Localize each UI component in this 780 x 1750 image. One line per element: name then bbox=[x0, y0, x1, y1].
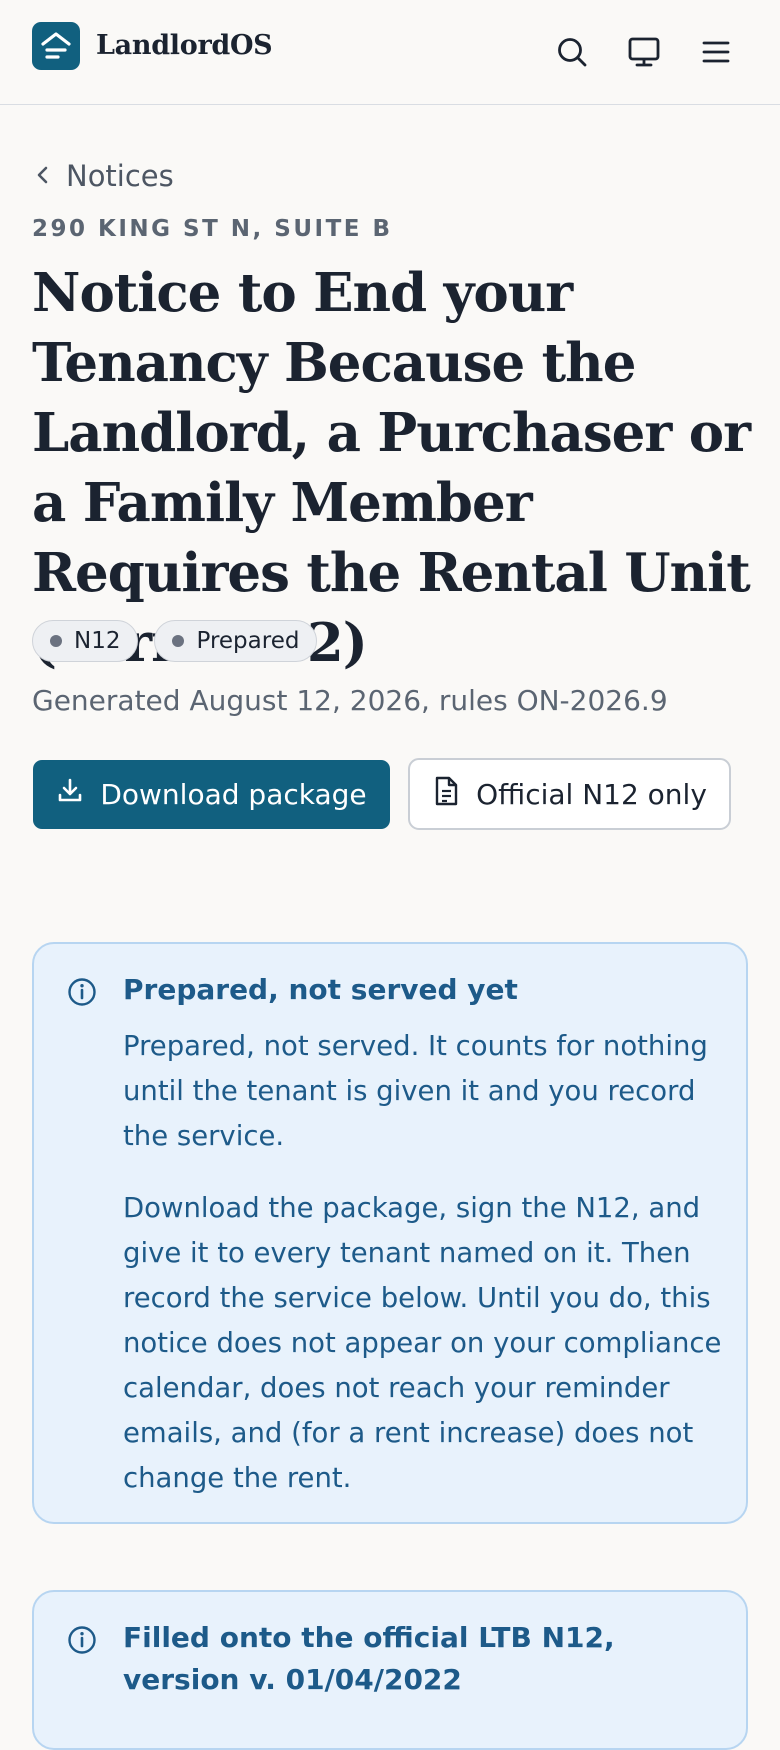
generated-info: Generated August 12, 2026, rules ON-2026… bbox=[32, 684, 668, 717]
dot-icon bbox=[50, 635, 62, 647]
info-icon bbox=[67, 1625, 97, 1659]
alert-title: Filled onto the official LTB N12, versio… bbox=[123, 1621, 615, 1696]
info-alert-official-form: Filled onto the official LTB N12, versio… bbox=[32, 1590, 748, 1750]
form-badge-label: N12 bbox=[74, 628, 121, 654]
status-badge: Prepared bbox=[154, 620, 318, 662]
official-n12-label: Official N12 only bbox=[476, 777, 707, 811]
status-badges: N12 Prepared bbox=[32, 620, 318, 662]
top-bar: LandlordOS bbox=[0, 0, 780, 105]
menu-icon[interactable] bbox=[698, 34, 734, 70]
brand-name[interactable]: LandlordOS bbox=[96, 30, 273, 61]
download-icon bbox=[56, 777, 84, 812]
logo-icon[interactable] bbox=[32, 22, 80, 70]
download-package-button[interactable]: Download package bbox=[33, 760, 390, 829]
property-address: 290 KING ST N, SUITE B bbox=[32, 216, 393, 242]
download-package-label: Download package bbox=[100, 778, 367, 811]
back-link-label: Notices bbox=[66, 159, 174, 193]
page-title: Notice to End your Tenancy Because the L… bbox=[32, 262, 751, 674]
status-badge-label: Prepared bbox=[196, 628, 300, 654]
back-link[interactable]: Notices bbox=[32, 156, 174, 196]
chevron-left-icon bbox=[32, 159, 54, 193]
monitor-icon[interactable] bbox=[626, 34, 662, 70]
search-icon[interactable] bbox=[554, 34, 590, 70]
document-icon bbox=[432, 776, 460, 813]
alert-paragraph: Download the package, sign the N12, and … bbox=[123, 1192, 722, 1494]
alert-title: Prepared, not served yet bbox=[123, 973, 518, 1006]
alert-paragraph: Prepared, not served. It counts for noth… bbox=[123, 1030, 708, 1152]
info-alert-not-served: Prepared, not served yet Prepared, not s… bbox=[32, 942, 748, 1524]
info-icon bbox=[67, 977, 97, 1011]
official-n12-button[interactable]: Official N12 only bbox=[408, 758, 731, 830]
form-badge: N12 bbox=[32, 620, 139, 662]
dot-icon bbox=[172, 635, 185, 647]
